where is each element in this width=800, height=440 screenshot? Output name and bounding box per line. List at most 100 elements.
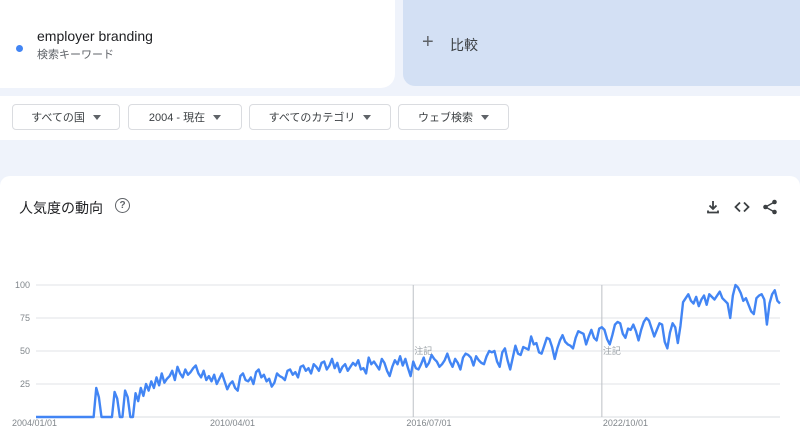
data-point[interactable] — [761, 294, 762, 295]
data-point[interactable] — [122, 416, 123, 417]
data-point[interactable] — [591, 329, 592, 330]
data-point[interactable] — [193, 368, 194, 369]
data-point[interactable] — [151, 381, 152, 382]
data-point[interactable] — [489, 350, 490, 351]
data-point[interactable] — [593, 337, 594, 338]
data-point[interactable] — [355, 365, 356, 366]
data-point[interactable] — [612, 335, 613, 336]
annotation-marker-label[interactable]: 注記 — [414, 345, 432, 356]
data-point[interactable] — [638, 340, 639, 341]
data-point[interactable] — [83, 416, 84, 417]
data-point[interactable] — [756, 298, 757, 299]
data-point[interactable] — [290, 369, 291, 370]
data-point[interactable] — [418, 369, 419, 370]
search-type-filter-dropdown[interactable]: ウェブ検索 — [398, 104, 509, 130]
data-point[interactable] — [441, 364, 442, 365]
data-point[interactable] — [452, 366, 453, 367]
data-point[interactable] — [455, 358, 456, 359]
data-point[interactable] — [685, 298, 686, 299]
data-point[interactable] — [410, 375, 411, 376]
data-point[interactable] — [447, 353, 448, 354]
data-point[interactable] — [145, 383, 146, 384]
data-point[interactable] — [300, 366, 301, 367]
data-point[interactable] — [667, 348, 668, 349]
data-point[interactable] — [536, 342, 537, 343]
category-filter-dropdown[interactable]: すべてのカテゴリ — [249, 104, 391, 130]
data-point[interactable] — [373, 361, 374, 362]
data-point[interactable] — [664, 341, 665, 342]
data-point[interactable] — [360, 369, 361, 370]
data-point[interactable] — [109, 416, 110, 417]
data-point[interactable] — [143, 395, 144, 396]
data-point[interactable] — [363, 368, 364, 369]
data-point[interactable] — [326, 369, 327, 370]
data-point[interactable] — [580, 332, 581, 333]
data-point[interactable] — [601, 327, 602, 328]
data-point[interactable] — [633, 324, 634, 325]
data-point[interactable] — [279, 375, 280, 376]
data-point[interactable] — [342, 366, 343, 367]
data-point[interactable] — [499, 366, 500, 367]
data-point[interactable] — [166, 378, 167, 379]
data-point[interactable] — [567, 344, 568, 345]
data-point[interactable] — [541, 353, 542, 354]
data-point[interactable] — [69, 416, 70, 417]
data-point[interactable] — [753, 313, 754, 314]
data-point[interactable] — [431, 354, 432, 355]
data-point[interactable] — [772, 294, 773, 295]
data-point[interactable] — [381, 358, 382, 359]
data-point[interactable] — [153, 387, 154, 388]
data-point[interactable] — [221, 373, 222, 374]
data-point[interactable] — [546, 337, 547, 338]
data-point[interactable] — [557, 348, 558, 349]
data-point[interactable] — [49, 416, 50, 417]
data-point[interactable] — [722, 298, 723, 299]
data-point[interactable] — [578, 331, 579, 332]
data-point[interactable] — [140, 387, 141, 388]
data-point[interactable] — [206, 379, 207, 380]
time-range-filter-dropdown[interactable]: 2004 - 現在 — [128, 104, 242, 130]
data-point[interactable] — [439, 366, 440, 367]
data-point[interactable] — [426, 366, 427, 367]
data-point[interactable] — [127, 397, 128, 398]
data-point[interactable] — [675, 327, 676, 328]
data-point[interactable] — [161, 373, 162, 374]
data-point[interactable] — [62, 416, 63, 417]
data-point[interactable] — [554, 358, 555, 359]
data-point[interactable] — [688, 294, 689, 295]
data-point[interactable] — [641, 329, 642, 330]
data-point[interactable] — [248, 381, 249, 382]
data-point[interactable] — [520, 354, 521, 355]
data-point[interactable] — [80, 416, 81, 417]
data-point[interactable] — [371, 364, 372, 365]
data-point[interactable] — [470, 357, 471, 358]
data-point[interactable] — [232, 381, 233, 382]
data-point[interactable] — [620, 323, 621, 324]
data-point[interactable] — [609, 344, 610, 345]
data-point[interactable] — [119, 416, 120, 417]
data-point[interactable] — [35, 416, 36, 417]
data-point[interactable] — [614, 324, 615, 325]
data-point[interactable] — [627, 328, 628, 329]
data-point[interactable] — [758, 295, 759, 296]
data-point[interactable] — [339, 372, 340, 373]
data-point[interactable] — [88, 416, 89, 417]
data-point[interactable] — [75, 416, 76, 417]
data-point[interactable] — [132, 416, 133, 417]
data-point[interactable] — [321, 362, 322, 363]
annotation-marker-label[interactable]: 注記 — [603, 345, 621, 356]
data-point[interactable] — [622, 333, 623, 334]
data-point[interactable] — [284, 379, 285, 380]
data-point[interactable] — [130, 416, 131, 417]
data-point[interactable] — [258, 369, 259, 370]
data-point[interactable] — [777, 300, 778, 301]
data-point[interactable] — [562, 335, 563, 336]
data-point[interactable] — [352, 362, 353, 363]
data-point[interactable] — [237, 390, 238, 391]
data-point[interactable] — [164, 382, 165, 383]
data-point[interactable] — [392, 366, 393, 367]
data-point[interactable] — [46, 416, 47, 417]
data-point[interactable] — [672, 323, 673, 324]
data-point[interactable] — [384, 362, 385, 363]
data-point[interactable] — [261, 377, 262, 378]
